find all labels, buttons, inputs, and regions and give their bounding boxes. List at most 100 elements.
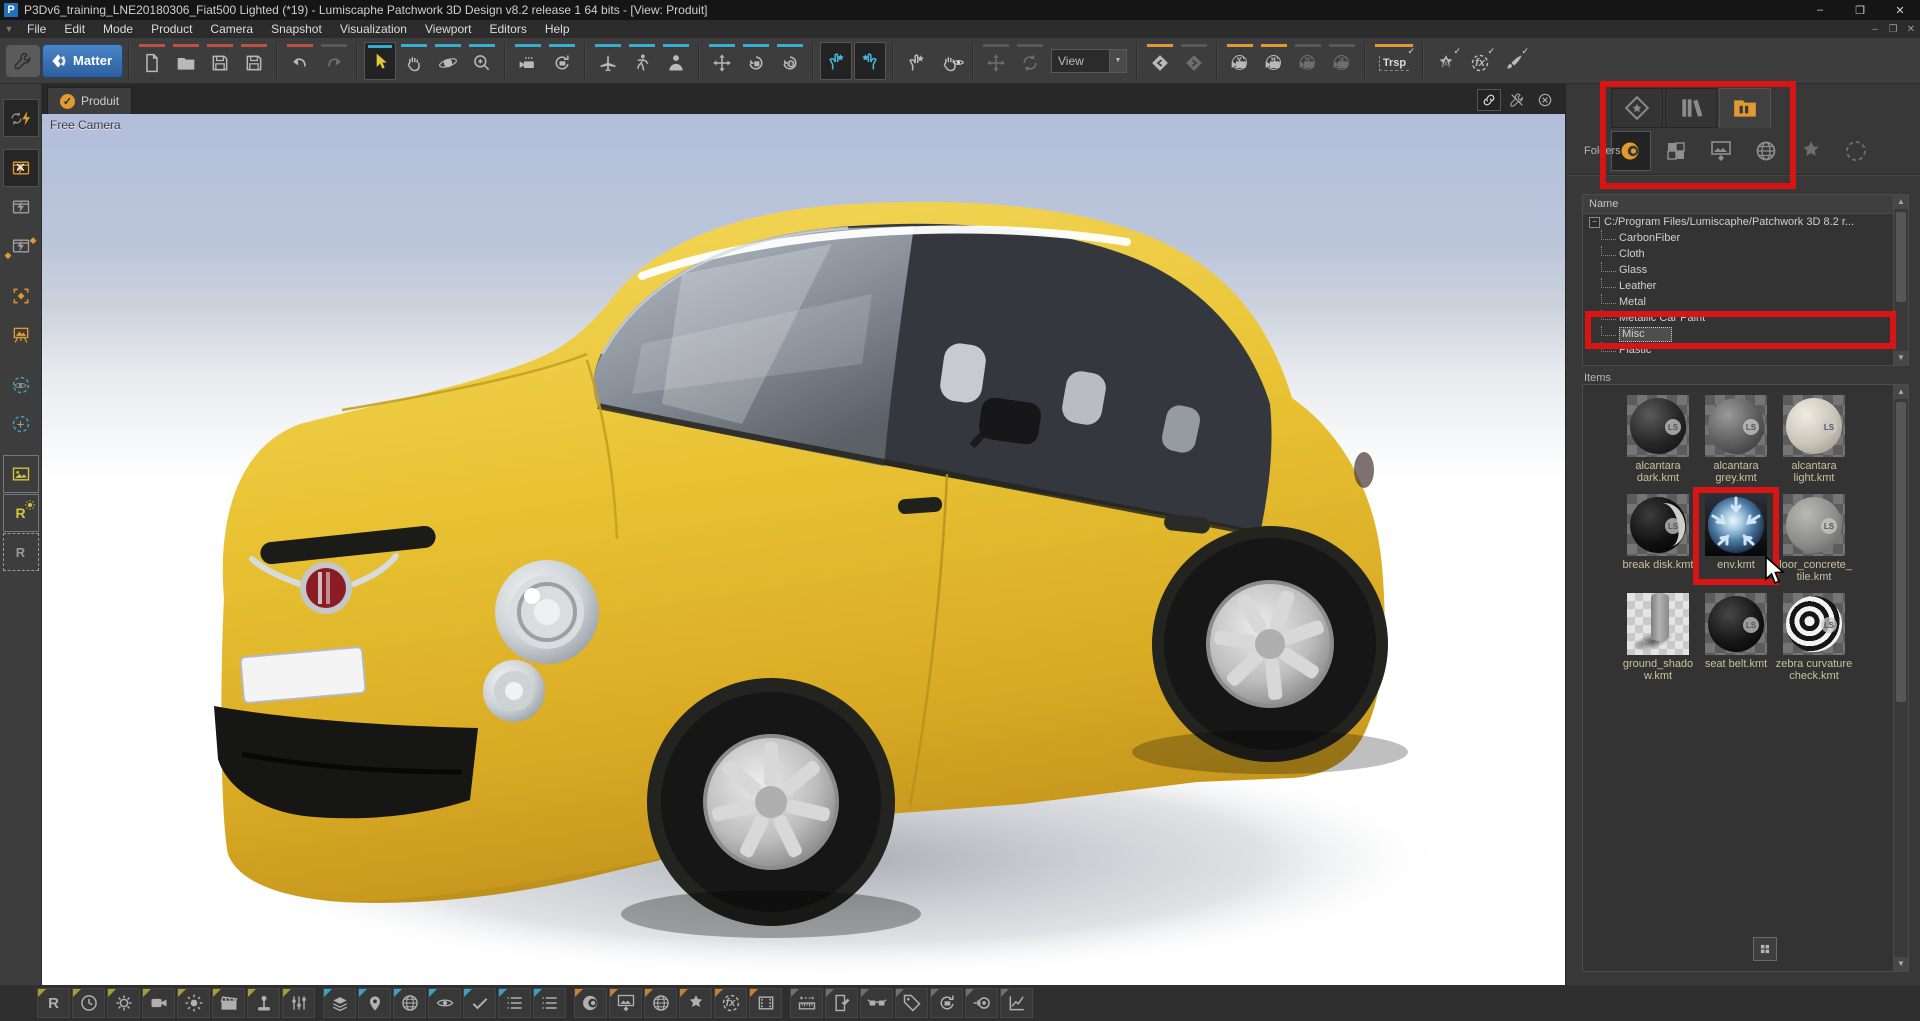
rotate-manipulator-button[interactable] — [740, 42, 772, 80]
effects-fx-button[interactable]: fx — [714, 988, 747, 1018]
collapse-expander-icon[interactable]: − — [1589, 217, 1600, 228]
menu-visualization[interactable]: Visualization — [331, 22, 416, 36]
postprocess-fx-button[interactable]: fx ✓ — [1464, 42, 1496, 80]
apply-material-alt-button[interactable] — [854, 42, 886, 80]
layers-validate-button[interactable] — [463, 988, 496, 1018]
translate-manipulator-button[interactable] — [706, 42, 738, 80]
window-menu-icon[interactable]: ▼ — [0, 24, 18, 34]
target-tool-button[interactable] — [965, 988, 998, 1018]
scrollbar-thumb[interactable] — [1896, 212, 1906, 302]
pan-tool-button[interactable] — [398, 42, 430, 80]
show-sensor-button[interactable] — [3, 366, 39, 404]
camera-slot-2-button[interactable]: 2 — [1258, 42, 1290, 80]
video-capture-button[interactable] — [142, 988, 175, 1018]
menu-product[interactable]: Product — [142, 22, 201, 36]
menu-camera[interactable]: Camera — [201, 22, 262, 36]
view-dropdown[interactable]: View ▼ — [1051, 49, 1127, 73]
tree-row-metal[interactable]: Metal — [1583, 294, 1908, 310]
camera-orbit-button[interactable] — [546, 42, 578, 80]
render-window-products-button[interactable]: ◆ ◆ — [3, 227, 39, 265]
select-tool-button[interactable] — [364, 42, 396, 80]
render-image-button[interactable]: R — [3, 494, 39, 532]
rotate-world-button[interactable] — [774, 42, 806, 80]
film-editor-button[interactable] — [749, 988, 782, 1018]
settings-wrench-button[interactable] — [6, 45, 40, 77]
tree-root-row[interactable]: − C:/Program Files/Lumiscaphe/Patchwork … — [1583, 214, 1908, 230]
menu-snapshot[interactable]: Snapshot — [262, 22, 331, 36]
zoom-tool-button[interactable] — [466, 42, 498, 80]
redo-button[interactable] — [318, 42, 350, 80]
restore-button[interactable]: ❐ — [1840, 0, 1880, 20]
close-button[interactable]: ✕ — [1880, 0, 1920, 20]
scroll-down-icon[interactable]: ▼ — [1894, 957, 1908, 971]
menu-help[interactable]: Help — [536, 22, 579, 36]
mdi-close-button[interactable]: ✕ — [1902, 24, 1920, 35]
camera-slot-3-button[interactable]: 3 — [1292, 42, 1324, 80]
material-item[interactable]: LS break disk.kmt — [1619, 494, 1697, 583]
menu-editors[interactable]: Editors — [480, 22, 535, 36]
tree-row-carbonfiber[interactable]: CarbonFiber — [1583, 230, 1908, 246]
product-frame-button[interactable] — [3, 277, 39, 315]
mdi-restore-button[interactable]: ❐ — [1884, 24, 1902, 35]
filter-tab-effects[interactable] — [1836, 131, 1876, 171]
measure-tool-button[interactable] — [790, 988, 823, 1018]
mdi-minimize-button[interactable]: – — [1866, 24, 1884, 35]
scroll-up-icon[interactable]: ▲ — [1894, 195, 1908, 209]
folders-tree[interactable]: Name − C:/Program Files/Lumiscaphe/Patch… — [1582, 194, 1909, 366]
material-item[interactable]: LS floor_concrete_tile.kmt — [1775, 494, 1853, 583]
tree-row-metallic-car-paint[interactable]: Metallic Car Paint — [1583, 310, 1908, 326]
layers-visibility-button[interactable] — [428, 988, 461, 1018]
observer-mode-button[interactable] — [660, 42, 692, 80]
minimize-button[interactable]: – — [1800, 0, 1840, 20]
tree-row-plastic[interactable]: Plastic — [1583, 342, 1908, 358]
close-view-button[interactable] — [1533, 89, 1557, 111]
menu-file[interactable]: File — [18, 22, 55, 36]
presentation-button[interactable] — [3, 316, 39, 354]
materials-editor-button[interactable] — [574, 988, 607, 1018]
filter-tab-images[interactable] — [1701, 131, 1741, 171]
orbit-tool-button[interactable] — [432, 42, 464, 80]
layers-position-button[interactable] — [358, 988, 391, 1018]
tree-row-misc-selected[interactable]: Misc — [1583, 326, 1908, 342]
snapshot-history-button[interactable] — [72, 988, 105, 1018]
material-item[interactable]: LS alcantara light.kmt — [1775, 395, 1853, 484]
previous-view-button[interactable] — [1144, 42, 1176, 80]
items-scrollbar[interactable]: ▲ ▼ — [1893, 385, 1908, 971]
apply-material-button[interactable] — [820, 42, 852, 80]
postprocess-editor-button[interactable] — [679, 988, 712, 1018]
grid-view-button[interactable] — [1753, 937, 1777, 961]
render-window-button[interactable] — [3, 188, 39, 226]
transparency-button[interactable]: Trsp ✓ — [1372, 42, 1416, 80]
lighting-sun-button[interactable] — [177, 988, 210, 1018]
environment-editor-button[interactable] — [644, 988, 677, 1018]
stereo-view-button[interactable] — [860, 988, 893, 1018]
tree-row-glass[interactable]: Glass — [1583, 262, 1908, 278]
camera-projection-button[interactable] — [512, 42, 544, 80]
turntable-button[interactable] — [930, 988, 963, 1018]
portal-editor-button[interactable] — [825, 988, 858, 1018]
undo-button[interactable] — [284, 42, 316, 80]
material-item[interactable]: LS zebra curvature check.kmt — [1775, 593, 1853, 682]
matter-mode-button[interactable]: Matter — [42, 44, 123, 78]
open-file-button[interactable] — [170, 42, 202, 80]
tab-products-library[interactable] — [1611, 88, 1663, 128]
tab-shelf-library[interactable] — [1665, 88, 1717, 128]
pick-material-button[interactable] — [900, 42, 932, 80]
scrollbar-thumb[interactable] — [1896, 402, 1906, 702]
save-as-button[interactable] — [238, 42, 270, 80]
tab-produit[interactable]: ✓ Produit — [47, 87, 132, 114]
joystick-control-button[interactable] — [247, 988, 280, 1018]
label-tag-button[interactable] — [895, 988, 928, 1018]
camera-slot-4-button[interactable]: 4 — [1326, 42, 1358, 80]
add-sensor-button[interactable] — [3, 405, 39, 443]
menu-mode[interactable]: Mode — [94, 22, 142, 36]
pick-visibility-button[interactable] — [934, 42, 966, 80]
layers-materials-button[interactable] — [323, 988, 356, 1018]
new-file-button[interactable] — [136, 42, 168, 80]
material-item[interactable]: LS alcantara dark.kmt — [1619, 395, 1697, 484]
image-bank-button[interactable] — [3, 455, 39, 493]
realtime-render-button[interactable] — [3, 99, 39, 137]
textures-editor-button[interactable] — [609, 988, 642, 1018]
render-window-off-button[interactable]: ✕ — [3, 149, 39, 187]
viewport-3d[interactable]: Free Camera — [42, 114, 1565, 985]
